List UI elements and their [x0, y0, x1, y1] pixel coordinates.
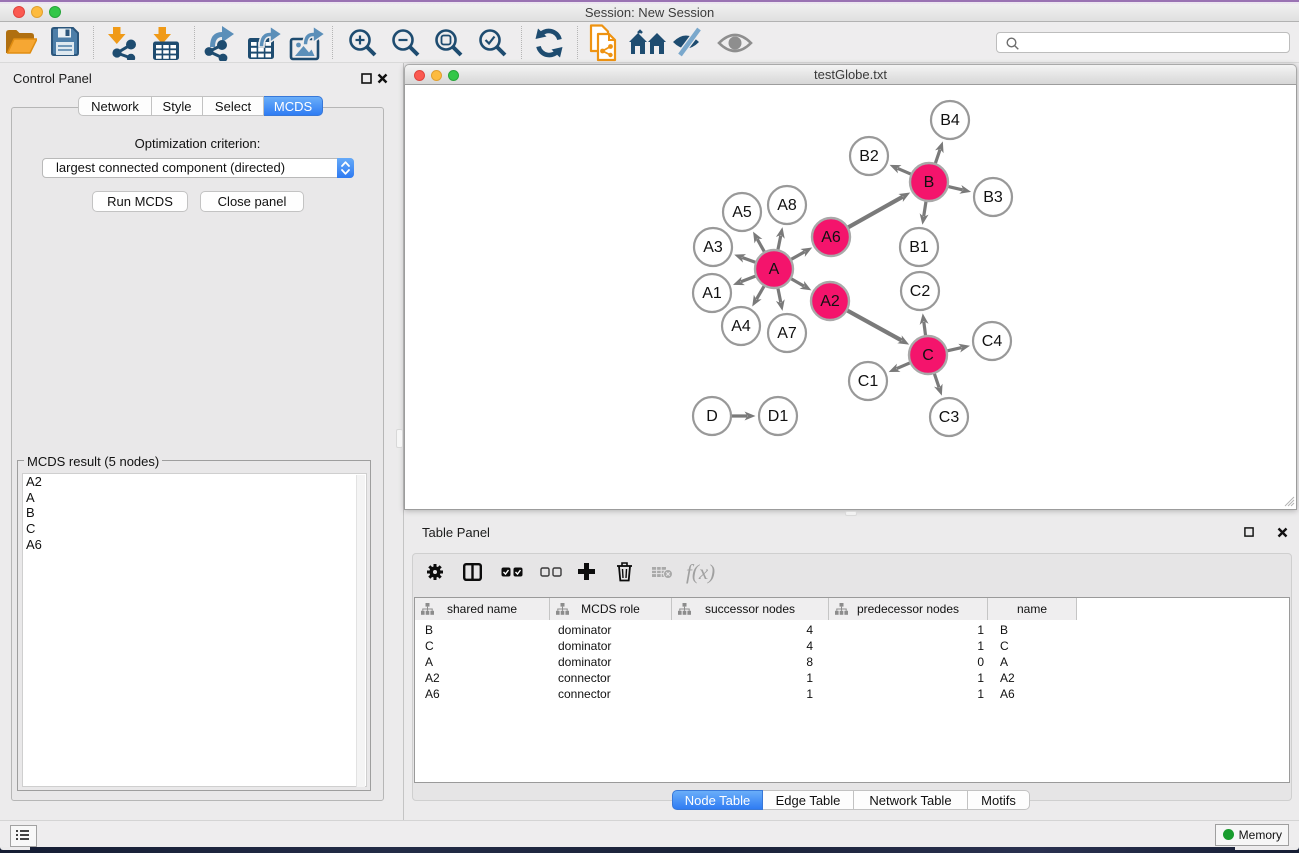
svg-text:A4: A4	[731, 318, 751, 335]
svg-text:B: B	[924, 174, 935, 191]
svg-text:A: A	[769, 261, 780, 278]
svg-text:C3: C3	[939, 409, 960, 426]
svg-text:B1: B1	[909, 239, 929, 256]
svg-text:B3: B3	[983, 189, 1003, 206]
svg-text:D: D	[706, 408, 718, 425]
svg-text:C1: C1	[858, 373, 879, 390]
svg-text:A1: A1	[702, 285, 722, 302]
svg-text:A7: A7	[777, 325, 797, 342]
svg-text:A6: A6	[821, 229, 841, 246]
svg-text:B2: B2	[859, 148, 879, 165]
svg-text:A5: A5	[732, 204, 752, 221]
svg-text:C4: C4	[982, 333, 1003, 350]
svg-text:A2: A2	[820, 293, 840, 310]
svg-text:A3: A3	[703, 239, 723, 256]
svg-text:C: C	[922, 347, 934, 364]
svg-text:D1: D1	[768, 408, 789, 425]
svg-text:A8: A8	[777, 197, 797, 214]
svg-text:C2: C2	[910, 283, 931, 300]
svg-text:B4: B4	[940, 112, 960, 129]
